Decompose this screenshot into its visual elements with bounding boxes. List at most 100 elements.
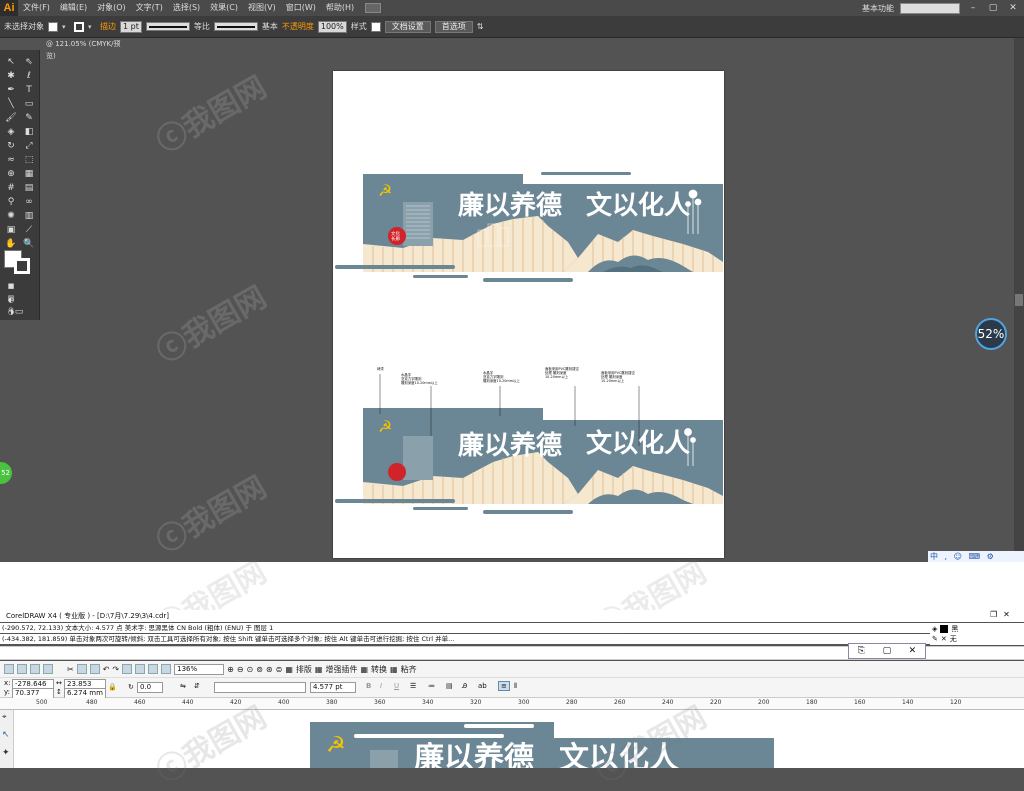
stroke-label[interactable]: 描边 — [100, 21, 116, 32]
zoom-field[interactable]: 136% — [174, 663, 225, 675]
scale-tool-icon[interactable]: ⤢ — [22, 140, 36, 152]
plugin-icon[interactable]: ▦ — [390, 665, 398, 674]
close-icon[interactable]: ✕ — [909, 646, 917, 656]
menu-effect[interactable]: 效果(C) — [205, 0, 243, 16]
maximize-icon[interactable]: ▢ — [986, 3, 1000, 13]
magic-wand-tool-icon[interactable]: ✱ — [4, 70, 18, 82]
underline-button[interactable]: U — [394, 682, 399, 690]
plugin-typeset[interactable]: 排版 — [296, 664, 312, 675]
floating-ball[interactable]: 52 — [0, 462, 12, 484]
menu-type[interactable]: 文字(T) — [131, 0, 168, 16]
search-input[interactable] — [900, 2, 960, 14]
vertical-text-icon[interactable]: ⦀ — [514, 682, 517, 691]
plugin-align[interactable]: 粘齐 — [401, 664, 417, 675]
menu-window[interactable]: 窗口(W) — [281, 0, 321, 16]
menu-select[interactable]: 选择(S) — [168, 0, 205, 16]
plugin-icon[interactable]: ▦ — [315, 665, 323, 674]
eyedropper-tool-icon[interactable]: ⚲ — [4, 196, 18, 208]
cut-icon[interactable]: ✂ — [67, 665, 74, 674]
fill-swatch[interactable] — [48, 21, 58, 32]
opacity-label[interactable]: 不透明度 — [282, 21, 314, 32]
italic-button[interactable]: I — [380, 682, 382, 690]
color-mode-icons[interactable]: ■ ▨ ⊘ — [4, 280, 18, 314]
dropcap-icon[interactable]: ▤ — [446, 682, 453, 690]
edit-text-icon[interactable]: ab — [478, 682, 487, 690]
shape-tool-icon[interactable]: ✦ — [2, 748, 10, 758]
stroke-weight-field[interactable]: 1 pt — [120, 20, 142, 33]
import-icon[interactable] — [122, 664, 133, 674]
char-format-icon[interactable]: Ꭿ — [462, 682, 467, 691]
selection-tool-icon[interactable]: ↖ — [4, 56, 18, 68]
ruler-origin-icon[interactable]: ⌖ — [2, 712, 7, 722]
export-icon[interactable] — [135, 664, 146, 674]
paste-icon[interactable] — [89, 664, 100, 674]
angle-field[interactable]: 0.0 — [137, 682, 163, 693]
stroke-swatch[interactable] — [74, 21, 84, 32]
lasso-tool-icon[interactable]: ℓ — [22, 70, 36, 82]
opacity-field[interactable]: 100% — [317, 20, 347, 33]
zoom-tool-icon[interactable]: 🔍 — [22, 238, 36, 250]
open-icon[interactable] — [17, 664, 27, 674]
lock-ratio-icon[interactable]: 🔒 — [108, 683, 117, 691]
stroke-color-box[interactable] — [14, 258, 30, 274]
pin-icon[interactable]: ⎘ — [858, 646, 865, 656]
document-tab[interactable]: @ 121.05% (CMYK/预览) — [40, 38, 130, 60]
undo-icon[interactable]: ↶ — [103, 665, 110, 674]
symbol-sprayer-tool-icon[interactable]: ✺ — [4, 210, 18, 222]
zoom-in-icon[interactable]: ⊕ — [227, 665, 234, 674]
pick-tool-icon[interactable]: ↖ — [2, 730, 10, 740]
bridge-button[interactable] — [365, 3, 382, 13]
zoom-page-icon[interactable]: ⊚ — [256, 665, 263, 674]
shape-builder-tool-icon[interactable]: ⊕ — [4, 168, 18, 180]
application-launcher-icon[interactable] — [148, 664, 159, 674]
direct-selection-tool-icon[interactable]: ⇖ — [22, 56, 36, 68]
pencil-tool-icon[interactable]: ✎ — [22, 112, 36, 124]
blend-tool-icon[interactable]: ∞ — [22, 196, 36, 208]
zoom-width-icon[interactable]: ⊛ — [266, 665, 273, 674]
menu-edit[interactable]: 编辑(E) — [55, 0, 92, 16]
welcome-icon[interactable] — [161, 664, 172, 674]
screen-mode-icon[interactable]: ▭ — [12, 306, 26, 318]
chevron-down-icon[interactable]: ▾ — [62, 23, 70, 31]
stroke-profile[interactable] — [145, 22, 190, 31]
blob-brush-tool-icon[interactable]: ◈ — [4, 126, 18, 138]
gradient-tool-icon[interactable]: ▤ — [22, 182, 36, 194]
font-size-field[interactable]: 4.577 pt — [310, 682, 356, 693]
chevron-down-icon[interactable]: ▾ — [88, 23, 96, 31]
free-transform-tool-icon[interactable]: ⬚ — [22, 154, 36, 166]
type-tool-icon[interactable]: T — [22, 84, 36, 96]
draw-mode-icons[interactable]: ◐ ◑ — [4, 294, 18, 316]
close-icon[interactable]: ✕ — [1006, 3, 1020, 13]
rotate-tool-icon[interactable]: ↻ — [4, 140, 18, 152]
artboard[interactable]: 廉以养德 文以化人 ☭ 文化 长廊 廉以养德 文以化人 ☭ 烤漆 水晶字 亚克力… — [333, 71, 724, 558]
new-icon[interactable] — [4, 664, 14, 674]
zoom-fit-icon[interactable]: ⊙ — [247, 665, 254, 674]
plugin-icon[interactable]: ▦ — [285, 665, 293, 674]
performance-badge[interactable]: 52% — [975, 318, 1007, 350]
bold-button[interactable]: B — [366, 682, 371, 690]
minimize-icon[interactable]: – — [966, 3, 980, 13]
paintbrush-tool-icon[interactable]: 🖌 — [4, 112, 18, 124]
zoom-out-icon[interactable]: ⊖ — [237, 665, 244, 674]
zoom-height-icon[interactable]: ⊜ — [276, 665, 283, 674]
bullet-icon[interactable]: ≔ — [428, 682, 435, 690]
menu-object[interactable]: 对象(O) — [92, 0, 131, 16]
menu-file[interactable]: 文件(F) — [18, 0, 55, 16]
preferences-button[interactable]: 首选项 — [434, 20, 473, 33]
eraser-tool-icon[interactable]: ◧ — [22, 126, 36, 138]
document-setup-button[interactable]: 文档设置 — [384, 20, 431, 33]
scrollbar-thumb[interactable] — [1015, 294, 1023, 306]
menu-help[interactable]: 帮助(H) — [321, 0, 359, 16]
restore-icon[interactable]: ❐ — [990, 610, 997, 622]
align-icon[interactable]: ☰ — [410, 682, 416, 690]
plugin-enhance[interactable]: 增强插件 — [325, 664, 357, 675]
hand-tool-icon[interactable]: ✋ — [4, 238, 18, 250]
column-graph-tool-icon[interactable]: ▥ — [22, 210, 36, 222]
mirror-vertical-icon[interactable]: ⇵ — [194, 682, 200, 690]
plugin-convert[interactable]: 转换 — [371, 664, 387, 675]
line-tool-icon[interactable]: ╲ — [4, 98, 18, 110]
mesh-tool-icon[interactable]: # — [4, 182, 18, 194]
copy-icon[interactable] — [76, 664, 87, 674]
plugin-icon[interactable]: ▦ — [360, 665, 368, 674]
restore-icon[interactable]: ▢ — [883, 646, 892, 656]
